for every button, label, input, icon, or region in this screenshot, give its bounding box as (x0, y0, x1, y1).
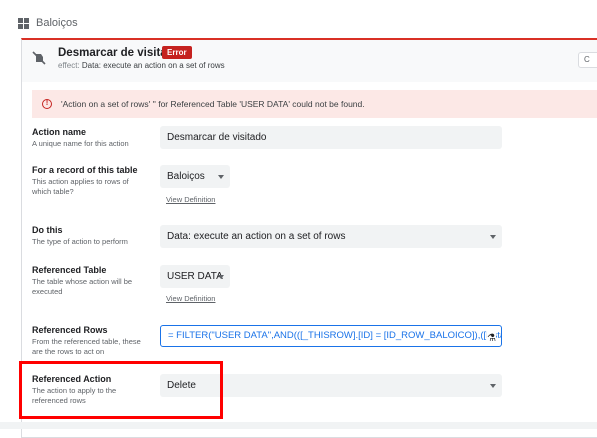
breadcrumb-table-name[interactable]: Baloiços (36, 17, 78, 29)
referenced-rows-formula-input[interactable]: = FILTER("USER DATA",AND(([_THISROW].[ID… (160, 325, 502, 347)
view-definition-link[interactable]: View Definition (166, 294, 215, 303)
flask-icon[interactable]: ⚗ (487, 329, 496, 346)
field-referenced-rows: Referenced Rows From the referenced tabl… (32, 325, 144, 357)
action-effect: effect: Data: execute an action on a set… (58, 61, 225, 70)
referenced-table-select[interactable]: USER DATA (160, 265, 230, 288)
action-card-header[interactable]: Desmarcar de visitado Error effect: Data… (22, 40, 597, 82)
field-help: The table whose action will be executed (32, 277, 133, 296)
field-label: Do this (32, 225, 63, 235)
formula-text: = FILTER("USER DATA",AND(([_THISROW].[ID… (168, 330, 502, 341)
error-badge: Error (162, 46, 192, 59)
referenced-table-value: USER DATA (167, 271, 223, 282)
field-label: Referenced Rows (32, 325, 108, 335)
chevron-down-icon (218, 174, 224, 179)
annotation-highlight-box (19, 361, 223, 419)
effect-value: Data: execute an action on a set of rows (81, 61, 225, 70)
tap-off-icon (32, 51, 46, 65)
field-help: From the referenced table, these are the… (32, 337, 141, 356)
do-this-select[interactable]: Data: execute an action on a set of rows (160, 225, 502, 248)
error-message: 'Action on a set of rows' '' for Referen… (61, 99, 365, 109)
error-circle-icon: ! (42, 99, 52, 109)
field-label: Action name (32, 127, 87, 137)
action-name-input[interactable]: Desmarcar de visitado (160, 126, 502, 149)
chevron-down-icon (490, 234, 496, 239)
field-help: A unique name for this action (32, 139, 129, 148)
field-for-record: For a record of this table This action a… (32, 165, 144, 197)
effect-label: effect: (58, 61, 80, 70)
do-this-value: Data: execute an action on a set of rows (167, 231, 346, 242)
field-label: Referenced Table (32, 265, 107, 275)
field-action-name: Action name A unique name for this actio… (32, 127, 144, 149)
field-help: The type of action to perform (32, 237, 128, 246)
grid-icon (18, 17, 29, 29)
view-definition-link[interactable]: View Definition (166, 195, 215, 204)
bottom-divider (0, 422, 597, 429)
header-action-button[interactable]: C (578, 52, 597, 68)
error-banner: ! 'Action on a set of rows' '' for Refer… (32, 90, 597, 118)
chevron-down-icon (218, 274, 224, 279)
for-record-select[interactable]: Baloiços (160, 165, 230, 188)
for-record-value: Baloiços (167, 171, 205, 182)
breadcrumb: Baloiços (18, 15, 78, 31)
field-referenced-table: Referenced Table The table whose action … (32, 265, 144, 297)
field-help: This action applies to rows of which tab… (32, 177, 129, 196)
field-label: For a record of this table (32, 165, 138, 175)
chevron-down-icon (490, 383, 496, 388)
field-do-this: Do this The type of action to perform (32, 225, 144, 247)
